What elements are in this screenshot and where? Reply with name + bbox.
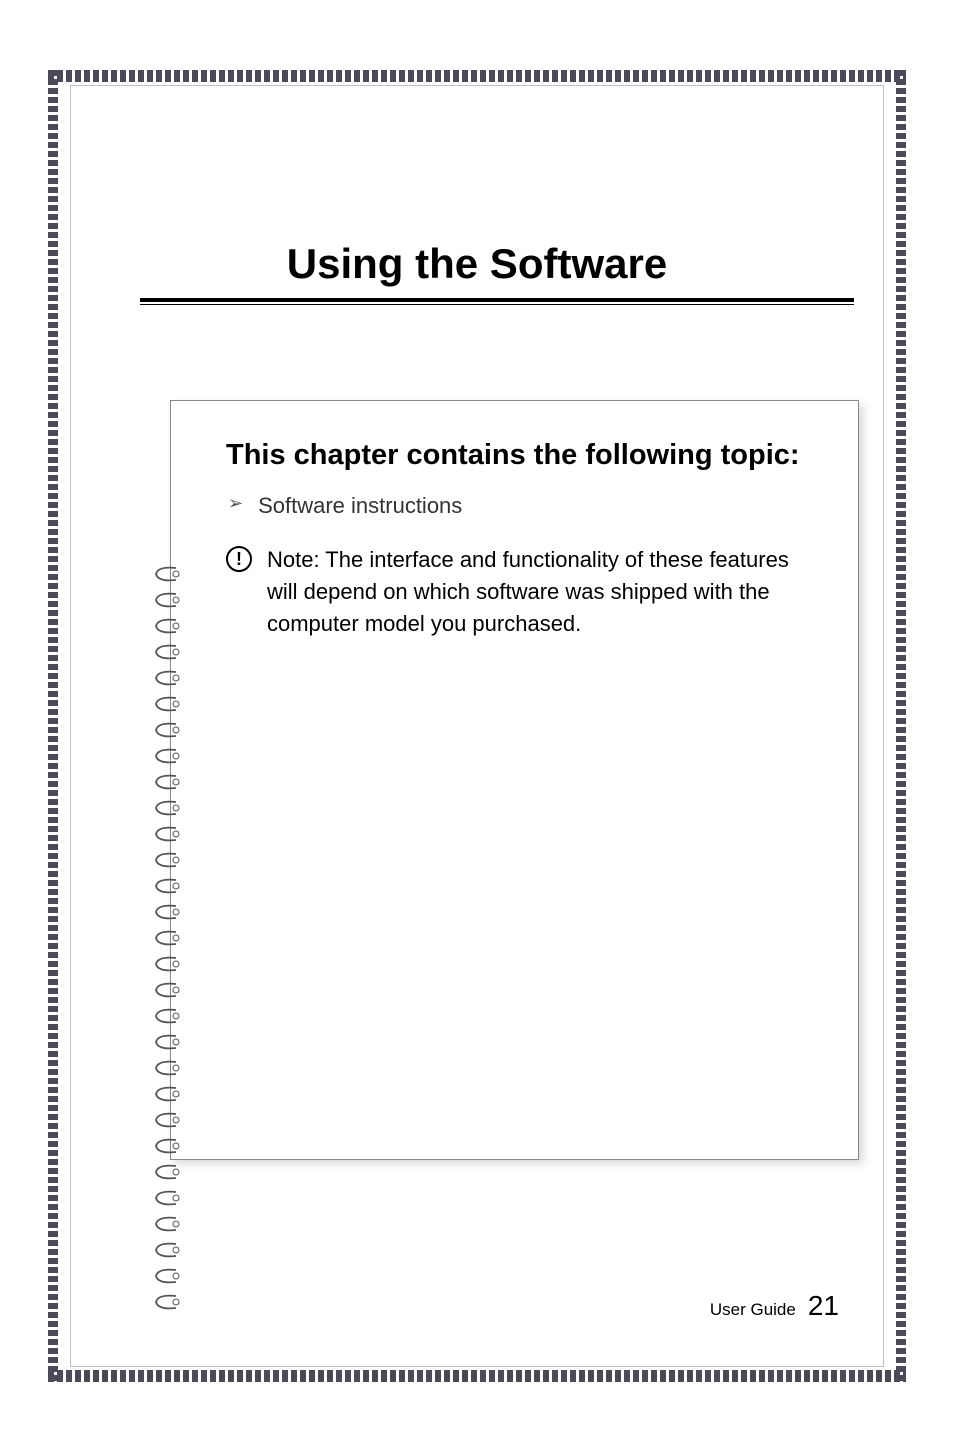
page-number: 21 (808, 1290, 839, 1322)
spiral-ring-icon (152, 1085, 180, 1103)
border-dashed-left (48, 70, 58, 1382)
note-text: Note: The interface and functionality of… (267, 544, 823, 640)
exclamation-icon: ! (226, 546, 252, 572)
border-dashed-right (896, 70, 906, 1382)
footer-label: User Guide (710, 1300, 796, 1320)
border-dashed-top (48, 70, 906, 82)
spiral-ring-icon (152, 981, 180, 999)
title-underline-thick (140, 298, 854, 302)
spiral-ring-icon (152, 1111, 180, 1129)
spiral-ring-icon (152, 695, 180, 713)
spiral-ring-icon (152, 747, 180, 765)
spiral-ring-icon (152, 1241, 180, 1259)
spiral-ring-icon (152, 1007, 180, 1025)
content-area: Using the Software (90, 100, 864, 1352)
bullet-text: Software instructions (258, 493, 462, 519)
spiral-binding (152, 565, 187, 1325)
content-box: This chapter contains the following topi… (170, 400, 859, 1160)
spiral-ring-icon (152, 1137, 180, 1155)
spiral-ring-icon (152, 1163, 180, 1181)
spiral-ring-icon (152, 877, 180, 895)
section-heading: This chapter contains the following topi… (226, 436, 823, 475)
spiral-ring-icon (152, 1059, 180, 1077)
spiral-ring-icon (152, 799, 180, 817)
note-block: ! Note: The interface and functionality … (226, 544, 823, 640)
spiral-ring-icon (152, 773, 180, 791)
page-footer: User Guide 21 (710, 1290, 839, 1322)
spiral-ring-icon (152, 929, 180, 947)
bullet-item: ➢ Software instructions (228, 493, 823, 519)
note-body: The interface and functionality of these… (267, 547, 789, 636)
spiral-ring-icon (152, 669, 180, 687)
spiral-ring-icon (152, 721, 180, 739)
page-container: Using the Software (0, 0, 954, 1452)
spiral-ring-icon (152, 1293, 180, 1311)
spiral-ring-icon (152, 1267, 180, 1285)
spiral-ring-icon (152, 1189, 180, 1207)
spiral-ring-icon (152, 903, 180, 921)
spiral-ring-icon (152, 565, 180, 583)
spiral-ring-icon (152, 617, 180, 635)
spiral-ring-icon (152, 825, 180, 843)
chapter-title: Using the Software (90, 240, 864, 288)
bullet-arrow-icon: ➢ (228, 493, 243, 514)
note-label: Note: (267, 547, 320, 572)
spiral-ring-icon (152, 1215, 180, 1233)
spiral-ring-icon (152, 955, 180, 973)
spiral-ring-icon (152, 591, 180, 609)
spiral-ring-icon (152, 851, 180, 869)
spiral-ring-icon (152, 643, 180, 661)
border-dashed-bottom (48, 1370, 906, 1382)
title-underline-thin (140, 304, 854, 305)
spiral-ring-icon (152, 1033, 180, 1051)
